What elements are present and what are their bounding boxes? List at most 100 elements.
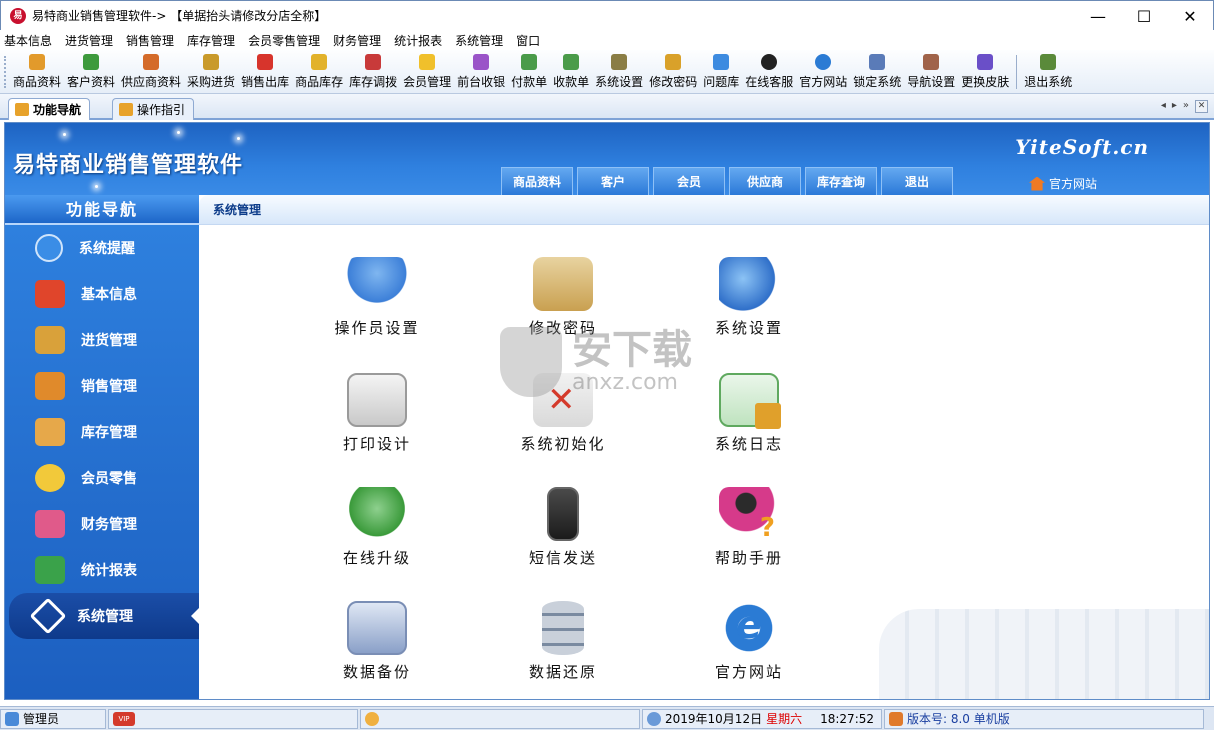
data-backup-button[interactable]: 数据备份 (297, 601, 457, 682)
tb-label: 会员管理 (403, 75, 452, 89)
quick-tab-customers[interactable]: 客户 (577, 167, 649, 195)
tb-label: 采购进货 (187, 75, 236, 89)
menu-finance[interactable]: 财务管理 (333, 32, 381, 49)
menu-sales[interactable]: 销售管理 (126, 32, 174, 49)
toolbar-grip[interactable] (4, 56, 7, 88)
tb-support-button[interactable]: 在线客服 (742, 50, 796, 90)
sidebar-item-finance[interactable]: 财务管理 (5, 501, 199, 547)
sidebar-item-basic-info[interactable]: 基本信息 (5, 271, 199, 317)
tb-members-button[interactable]: 会员管理 (400, 50, 454, 90)
content-title: 系统管理 (199, 195, 1209, 225)
operator-settings-button[interactable]: 操作员设置 (297, 257, 457, 338)
menu-reports[interactable]: 统计报表 (394, 32, 442, 49)
menu-inventory[interactable]: 库存管理 (187, 32, 235, 49)
tb-receipt-button[interactable]: 收款单 (550, 50, 592, 90)
tab-operation-guide[interactable]: 操作指引 (112, 98, 195, 120)
transfer-icon (365, 54, 382, 70)
tb-settings-button[interactable]: 系统设置 (592, 50, 646, 90)
sidebar-item-label: 会员零售 (81, 471, 137, 487)
tb-website-button[interactable]: 官方网站 (796, 50, 850, 90)
tb-transfer-button[interactable]: 库存调拨 (346, 50, 400, 90)
sidebar-item-sales[interactable]: 销售管理 (5, 363, 199, 409)
tb-faq-button[interactable]: 问题库 (700, 50, 742, 90)
sparkle-decoration (177, 131, 180, 134)
sidebar-title: 功能导航 (5, 195, 199, 225)
sidebar-item-purchase[interactable]: 进货管理 (5, 317, 199, 363)
tb-products-button[interactable]: 商品资料 (10, 50, 64, 90)
sidebar-item-reports[interactable]: 统计报表 (5, 547, 199, 593)
menu-system[interactable]: 系统管理 (455, 32, 503, 49)
status-vip: VIP (108, 708, 358, 729)
tb-label: 库存调拨 (349, 75, 398, 89)
restore-icon (542, 601, 584, 655)
system-settings-icon (719, 257, 779, 311)
tab-more-icon[interactable]: » (1183, 100, 1189, 113)
tb-password-button[interactable]: 修改密码 (646, 50, 700, 90)
status-user-label: 管理员 (23, 712, 60, 726)
grid-label: 系统初始化 (520, 435, 606, 453)
tb-lock-button[interactable]: 锁定系统 (850, 50, 904, 90)
sparkle-decoration (237, 137, 240, 140)
tb-stock-button[interactable]: 商品库存 (292, 50, 346, 90)
status-weekday: 星期六 (766, 712, 803, 726)
supplier-icon (143, 54, 160, 70)
tb-label: 修改密码 (649, 75, 698, 89)
change-password-button[interactable]: 修改密码 (483, 257, 643, 338)
online-upgrade-button[interactable]: 在线升级 (297, 487, 457, 568)
sidebar-item-label: 进货管理 (81, 333, 137, 349)
minimize-button[interactable]: — (1075, 1, 1121, 31)
printer-icon (347, 373, 407, 427)
menu-window[interactable]: 窗口 (516, 32, 540, 49)
sidebar-item-label: 统计报表 (81, 563, 137, 579)
quick-tabs: 商品资料 客户 会员 供应商 库存查询 退出 (501, 167, 953, 195)
system-settings-button[interactable]: 系统设置 (669, 257, 829, 338)
official-website-link[interactable]: 官方网站 (1029, 175, 1097, 192)
tab-function-nav[interactable]: 功能导航 (8, 98, 91, 120)
grid-label: 操作员设置 (334, 319, 420, 337)
toolbar: 商品资料 客户资料 供应商资料 采购进货 销售出库 商品库存 库存调拨 会员管理… (0, 50, 1214, 94)
quick-tab-exit[interactable]: 退出 (881, 167, 953, 195)
sidebar-item-system[interactable]: 系统管理 (9, 593, 199, 639)
tb-label: 导航设置 (907, 75, 956, 89)
tb-suppliers-button[interactable]: 供应商资料 (118, 50, 184, 90)
grid-label: 数据备份 (342, 663, 411, 681)
users-icon (83, 54, 100, 70)
tab-next-icon[interactable]: ▸ (1172, 100, 1177, 113)
official-site-button[interactable]: e 官方网站 (669, 601, 829, 682)
tb-skin-button[interactable]: 更换皮肤 (958, 50, 1012, 90)
maximize-button[interactable]: ☐ (1121, 1, 1167, 31)
menu-purchase[interactable]: 进货管理 (65, 32, 113, 49)
tb-nav-settings-button[interactable]: 导航设置 (904, 50, 958, 90)
grid-label: 打印设计 (342, 435, 411, 453)
box-out-icon (35, 372, 65, 400)
tab-close-icon[interactable]: ✕ (1195, 100, 1208, 113)
quick-tab-suppliers[interactable]: 供应商 (729, 167, 801, 195)
sidebar-item-member-retail[interactable]: 会员零售 (5, 455, 199, 501)
menu-basic-info[interactable]: 基本信息 (4, 32, 52, 49)
tab-prev-icon[interactable]: ◂ (1161, 100, 1166, 113)
tb-purchase-button[interactable]: 采购进货 (184, 50, 238, 90)
sms-send-button[interactable]: 短信发送 (483, 487, 643, 568)
app-logo-icon: 易 (10, 7, 26, 24)
sidebar-item-reminders[interactable]: 系统提醒 (5, 225, 199, 271)
tb-payment-button[interactable]: 付款单 (508, 50, 550, 90)
box-in-icon (35, 326, 65, 354)
tb-customers-button[interactable]: 客户资料 (64, 50, 118, 90)
close-button[interactable]: ✕ (1167, 1, 1213, 31)
menu-member-retail[interactable]: 会员零售管理 (248, 32, 320, 49)
help-manual-button[interactable]: ? 帮助手册 (669, 487, 829, 568)
tb-exit-button[interactable]: 退出系统 (1021, 50, 1075, 90)
quick-tab-stock-query[interactable]: 库存查询 (805, 167, 877, 195)
quick-tab-products[interactable]: 商品资料 (501, 167, 573, 195)
data-restore-button[interactable]: 数据还原 (483, 601, 643, 682)
menu-bar: 基本信息 进货管理 销售管理 库存管理 会员零售管理 财务管理 统计报表 系统管… (0, 30, 1214, 50)
print-design-button[interactable]: 打印设计 (297, 373, 457, 454)
status-date: 2019年10月12日 (665, 712, 763, 726)
grid-label: 数据还原 (528, 663, 597, 681)
quick-tab-members[interactable]: 会员 (653, 167, 725, 195)
sidebar-item-inventory[interactable]: 库存管理 (5, 409, 199, 455)
system-log-button[interactable]: 系统日志 (669, 373, 829, 454)
grid-label: 系统设置 (714, 319, 783, 337)
tb-sales-out-button[interactable]: 销售出库 (238, 50, 292, 90)
tb-cashier-button[interactable]: 前台收银 (454, 50, 508, 90)
